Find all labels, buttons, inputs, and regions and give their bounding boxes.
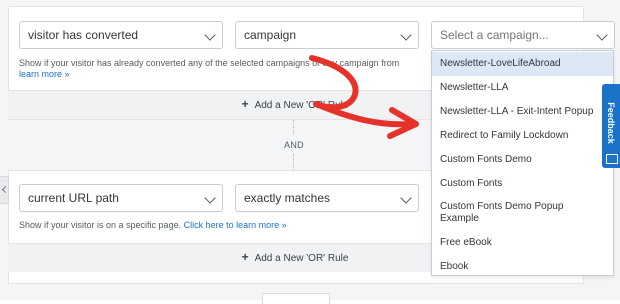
url-condition-select-value: current URL path [28, 191, 119, 205]
rule-1-helper-text: Show if your visitor has already convert… [19, 58, 400, 68]
chevron-down-icon [596, 29, 608, 41]
collapse-arrow[interactable] [0, 176, 10, 204]
dropdown-option[interactable]: Redirect to Family Lockdown [432, 124, 613, 148]
add-or-rule-label: Add a New 'OR' Rule [254, 253, 349, 264]
campaign-dropdown-list: Newsletter-LoveLifeAbroad Newsletter-LLA… [431, 50, 614, 276]
learn-more-link[interactable]: learn more » [19, 69, 70, 79]
chat-icon [606, 154, 618, 164]
dropdown-option[interactable]: Newsletter-LLA [432, 76, 613, 100]
dropdown-option[interactable]: Custom Fonts [432, 172, 613, 196]
campaign-select-placeholder: Select a campaign... [440, 28, 549, 42]
chevron-down-icon [204, 29, 216, 41]
plus-icon: + [241, 97, 249, 111]
chevron-left-icon [1, 185, 10, 194]
feedback-label: Feedback [606, 102, 616, 144]
dropdown-option[interactable]: Free eBook [432, 233, 613, 253]
chevron-down-icon [204, 192, 216, 204]
match-select[interactable]: exactly matches [235, 184, 419, 212]
dropdown-option[interactable]: Newsletter-LLA - Exit-Intent Popup [432, 100, 613, 124]
dropdown-option[interactable]: Ebook [432, 257, 613, 277]
chevron-down-icon [400, 192, 412, 204]
and-label: AND [284, 140, 304, 150]
match-select-value: exactly matches [244, 191, 331, 205]
dropdown-option[interactable]: Custom Fonts Demo Popup Example [432, 200, 590, 231]
condition-select-value: visitor has converted [28, 28, 139, 42]
bottom-tab-stub [262, 293, 330, 304]
click-here-learn-more-link[interactable]: Click here to learn more » [184, 220, 287, 230]
plus-icon: + [241, 250, 249, 264]
url-condition-select[interactable]: current URL path [19, 184, 223, 212]
rule-1-helper: Show if your visitor has already convert… [19, 58, 439, 80]
type-select[interactable]: campaign [235, 21, 419, 49]
rule-2-helper-text: Show if your visitor is on a specific pa… [19, 220, 182, 230]
add-or-rule-label: Add a New 'OR' Rule [254, 100, 349, 111]
condition-select[interactable]: visitor has converted [19, 21, 223, 49]
dropdown-option[interactable]: Newsletter-LoveLifeAbroad [432, 52, 613, 76]
campaign-select[interactable]: Select a campaign... [431, 21, 615, 49]
chevron-down-icon [400, 29, 412, 41]
type-select-value: campaign [244, 28, 297, 42]
rule-2-helper: Show if your visitor is on a specific pa… [19, 220, 439, 231]
feedback-tab[interactable]: Feedback [602, 84, 620, 168]
dropdown-option[interactable]: Custom Fonts Demo [432, 148, 613, 172]
